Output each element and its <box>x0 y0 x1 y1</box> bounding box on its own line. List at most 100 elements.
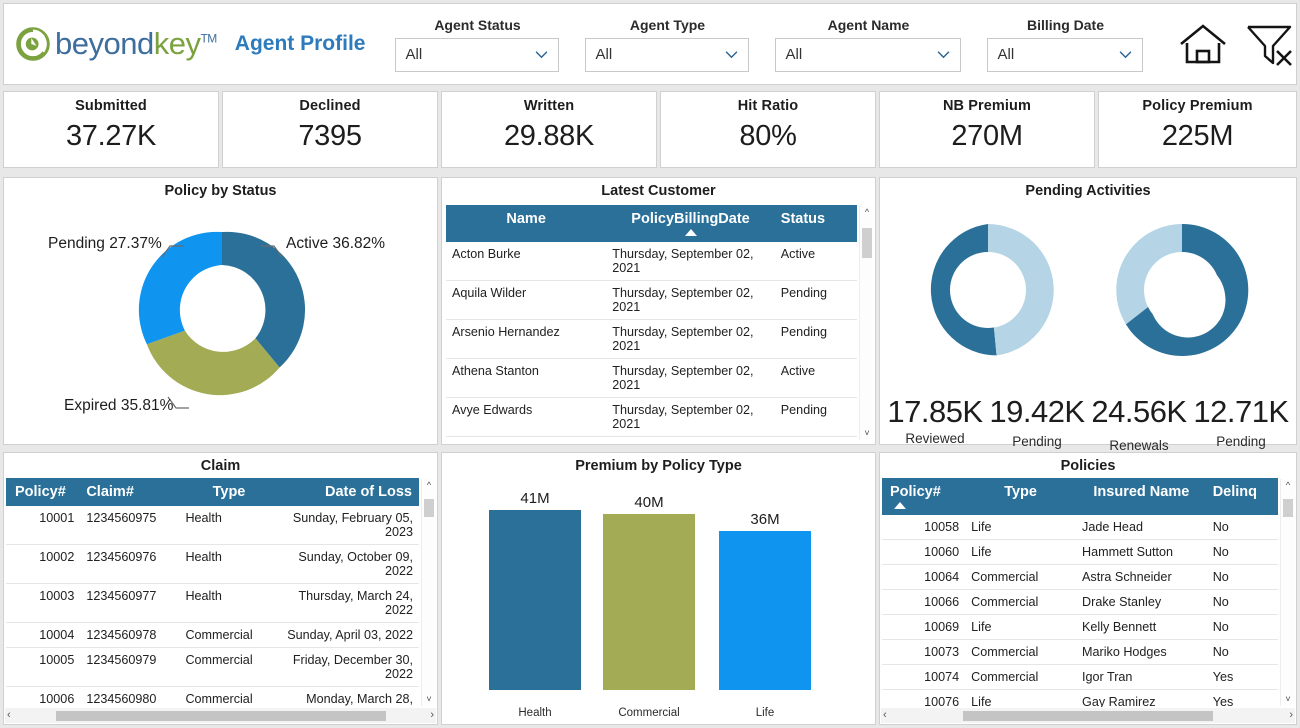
col-header-policybillingdate[interactable]: PolicyBillingDate <box>606 205 775 242</box>
table-row[interactable]: 10001 1234560975 Health Sunday, February… <box>6 506 419 545</box>
stat-value: 12.71K <box>1193 394 1289 429</box>
claim-table: Policy# Claim# Type Date of Loss 10001 1… <box>6 478 419 707</box>
col-header-claim-number[interactable]: Claim# <box>80 478 180 506</box>
cell-date: Thursday, September 02, 2021 <box>606 280 775 320</box>
pending-activities-donuts[interactable] <box>880 202 1298 392</box>
brand-first: beyond <box>55 26 154 61</box>
table-row[interactable]: 10069 Life Kelly Bennett No <box>882 614 1278 640</box>
chevron-down-icon <box>536 51 548 59</box>
cell-policy: 10076 <box>882 689 966 707</box>
table-header-row: Policy# Claim# Type Date of Loss <box>6 478 419 506</box>
scroll-up-arrow[interactable]: ^ <box>1286 479 1290 492</box>
claim-panel: Claim Policy# Claim# Type Date of Loss 1… <box>3 452 438 725</box>
table-row[interactable]: Acton Burke Thursday, September 02, 2021… <box>446 242 857 281</box>
table-row[interactable]: 10076 Life Gay Ramirez Yes <box>882 689 1278 707</box>
table-row[interactable]: 10060 Life Hammett Sutton No <box>882 539 1278 565</box>
table-row[interactable]: 10074 Commercial Igor Tran Yes <box>882 664 1278 690</box>
pending-stat-pending-2: 12.71K Pending <box>1190 394 1292 449</box>
cell-date: Thursday, September 02, 2021 <box>606 242 775 281</box>
table-row[interactable]: 10073 Commercial Mariko Hodges No <box>882 639 1278 665</box>
stat-label: Pending <box>1012 434 1062 449</box>
col-header-policy-number[interactable]: Policy# <box>6 478 81 506</box>
agent-status-dropdown[interactable]: All <box>395 37 560 72</box>
kpi-card-written[interactable]: Written 29.88K <box>441 91 657 168</box>
table-row[interactable]: 10058 Life Jade Head No <box>882 515 1278 540</box>
col-header-type[interactable]: Type <box>179 478 279 506</box>
filter-bar: Agent Status All Agent Type All Agent Na… <box>395 17 1169 72</box>
col-header-name[interactable]: Name <box>446 205 607 242</box>
scrollbar-thumb[interactable] <box>424 499 434 517</box>
col-header-type[interactable]: Type <box>965 478 1077 515</box>
scrollbar-thumb[interactable] <box>963 710 1213 721</box>
scroll-up-arrow[interactable]: ^ <box>865 206 869 219</box>
claim-vertical-scrollbar[interactable]: ^ ˅ <box>421 479 436 706</box>
kpi-card-submitted[interactable]: Submitted 37.27K <box>3 91 219 168</box>
kpi-card-hit-ratio[interactable]: Hit Ratio 80% <box>660 91 876 168</box>
bar-health[interactable]: 41M <box>489 490 581 698</box>
cell-status: Active <box>774 242 857 281</box>
cell-type: Commercial <box>965 639 1077 665</box>
header-actions <box>1177 20 1300 68</box>
table-row[interactable]: Arsenio Hernandez Thursday, September 02… <box>446 319 857 359</box>
bar-commercial[interactable]: 40M <box>603 494 695 698</box>
scroll-right-arrow[interactable]: › <box>430 710 434 721</box>
col-header-date-of-loss[interactable]: Date of Loss <box>278 478 419 506</box>
col-header-insured-name[interactable]: Insured Name <box>1076 478 1207 515</box>
table-row[interactable]: 10064 Commercial Astra Schneider No <box>882 564 1278 590</box>
bar-category-life: Life <box>755 707 775 719</box>
cell-status: Pending <box>774 397 857 437</box>
claim-title: Claim <box>200 458 241 474</box>
cell-date: Thursday, September 02, 2021 <box>606 319 775 359</box>
scroll-left-arrow[interactable]: ‹ <box>7 710 11 721</box>
scroll-down-arrow[interactable]: ˅ <box>1285 693 1290 706</box>
clear-filter-icon[interactable] <box>1243 20 1295 68</box>
bar-life[interactable]: 36M <box>719 511 811 698</box>
scrollbar-thumb[interactable] <box>862 228 872 258</box>
filter-agent-status: Agent Status All <box>395 17 560 72</box>
table-row[interactable]: Aquila Wilder Thursday, September 02, 20… <box>446 280 857 320</box>
agent-type-dropdown[interactable]: All <box>585 37 750 72</box>
table-row[interactable]: 10006 1234560980 Commercial Monday, Marc… <box>6 686 419 707</box>
scrollbar-thumb[interactable] <box>55 710 386 721</box>
latest-customer-vertical-scrollbar[interactable]: ^ ˅ <box>859 206 874 440</box>
pending-stat-reviewed: 17.85K Reviewed <box>884 394 986 446</box>
policies-vertical-scrollbar[interactable]: ^ ˅ <box>1280 479 1295 706</box>
scroll-down-arrow[interactable]: ˅ <box>864 427 869 440</box>
agent-name-value: All <box>785 46 803 63</box>
agent-name-dropdown[interactable]: All <box>775 37 962 72</box>
donut-label-pending: Pending 27.37% <box>48 235 162 252</box>
scroll-right-arrow[interactable]: › <box>1289 710 1293 721</box>
policies-table: Policy# Type Insured Name Delinq 10058 L… <box>882 478 1278 707</box>
cell-name: Arsenio Hernandez <box>446 319 607 359</box>
billing-date-dropdown[interactable]: All <box>987 37 1144 72</box>
premium-bars[interactable]: 41M 40M 36M <box>442 490 875 698</box>
scroll-left-arrow[interactable]: ‹ <box>883 710 887 721</box>
col-header-status[interactable]: Status <box>774 205 857 242</box>
col-header-label: Policy# <box>890 484 941 500</box>
scroll-up-arrow[interactable]: ^ <box>427 479 431 492</box>
col-header-delinq[interactable]: Delinq <box>1206 478 1278 515</box>
scrollbar-thumb[interactable] <box>1283 499 1293 517</box>
policies-horizontal-scrollbar[interactable]: ‹ › <box>881 708 1295 723</box>
policy-by-status-donut[interactable]: Active 36.82% Pending 27.37% Expired 35.… <box>4 202 437 432</box>
table-row[interactable]: Avye Edwards Thursday, September 02, 202… <box>446 397 857 437</box>
table-row[interactable]: 10002 1234560976 Health Sunday, October … <box>6 544 419 584</box>
table-header-row: Policy# Type Insured Name Delinq <box>882 478 1278 515</box>
col-header-policy-number[interactable]: Policy# <box>882 478 966 515</box>
table-row[interactable]: 10005 1234560979 Commercial Friday, Dece… <box>6 647 419 687</box>
cell-delinq: Yes <box>1206 689 1278 707</box>
cell-status: Pending <box>774 319 857 359</box>
claim-horizontal-scrollbar[interactable]: ‹ › <box>5 708 436 723</box>
kpi-value: 270M <box>951 120 1023 152</box>
table-row[interactable]: 10066 Commercial Drake Stanley No <box>882 589 1278 615</box>
kpi-card-policy-premium[interactable]: Policy Premium 225M <box>1098 91 1297 168</box>
table-row[interactable]: 10003 1234560977 Health Thursday, March … <box>6 583 419 623</box>
kpi-card-declined[interactable]: Declined 7395 <box>222 91 438 168</box>
scroll-down-arrow[interactable]: ˅ <box>426 693 431 706</box>
home-icon[interactable] <box>1177 20 1229 68</box>
table-row[interactable]: 10004 1234560978 Commercial Sunday, Apri… <box>6 622 419 648</box>
donut-label-active: Active 36.82% <box>286 235 386 252</box>
table-row[interactable]: Athena Stanton Thursday, September 02, 2… <box>446 358 857 398</box>
cell-insured: Igor Tran <box>1076 664 1207 690</box>
kpi-card-nb-premium[interactable]: NB Premium 270M <box>879 91 1095 168</box>
